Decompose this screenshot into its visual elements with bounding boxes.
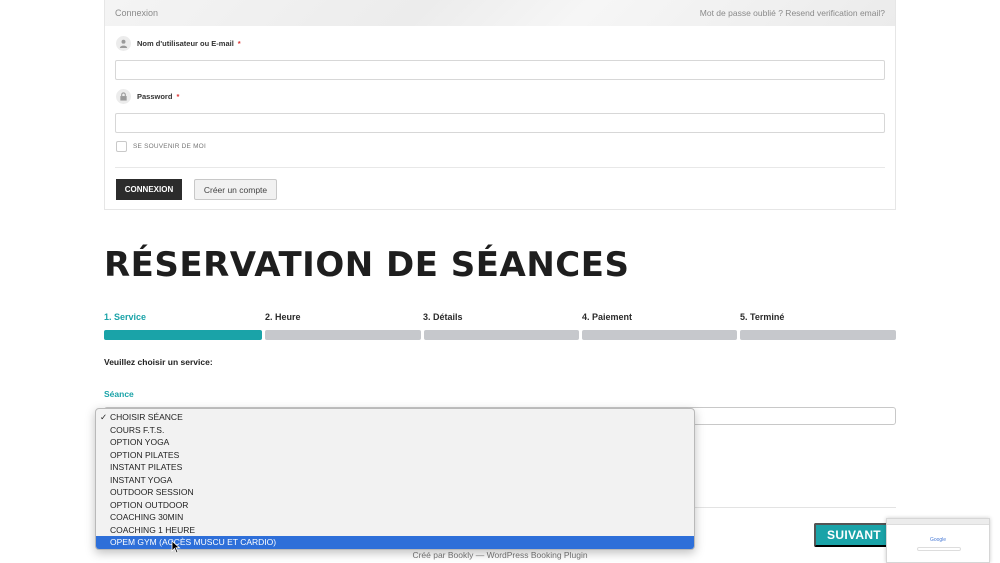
seance-option[interactable]: ✓ CHOISIR SÉANCE [96, 411, 694, 424]
seance-option[interactable]: OUTDOOR SESSION [96, 486, 694, 499]
thumbnail-search-box [917, 547, 961, 551]
user-icon [116, 36, 131, 51]
step-service-label: 1. Service [104, 312, 147, 322]
seance-option[interactable]: OPTION YOGA [96, 436, 694, 449]
remember-me-checkbox[interactable] [116, 141, 127, 152]
password-input[interactable] [115, 113, 885, 133]
divider [115, 167, 885, 168]
thumbnail-text: Google [929, 537, 947, 543]
seance-option[interactable]: OPTION OUTDOOR [96, 499, 694, 512]
mouse-cursor-icon [171, 540, 181, 554]
credit-text: Créé par Bookly — WordPress Booking Plug… [412, 550, 588, 560]
create-account-button[interactable]: Créer un compte [194, 179, 277, 200]
seance-option[interactable]: INSTANT YOGA [96, 474, 694, 487]
username-label-text: Nom d'utilisateur ou E-mail [137, 39, 234, 48]
seance-dropdown-list[interactable]: ✓ CHOISIR SÉANCE COURS F.T.S. OPTION YOGA OP… [95, 408, 695, 550]
login-form: Connexion Mot de passe oublié ? Resend v… [104, 0, 896, 210]
step-done-bar [740, 330, 896, 340]
step-details-label: 3. Détails [423, 312, 463, 322]
seance-option[interactable]: COURS F.T.S. [96, 424, 694, 437]
seance-option-label: INSTANT YOGA [110, 474, 173, 485]
thumbnail-toolbar [887, 519, 989, 525]
login-title: Connexion [115, 8, 159, 18]
seance-option-label: COACHING 30MIN [110, 512, 184, 522]
seance-option-label: OPEM GYM (ACCÈS MUSCU ET CARDIO) [110, 537, 277, 547]
step-payment-label: 4. Paiement [582, 312, 633, 322]
step-done-label: 5. Terminé [740, 312, 785, 322]
password-label-text: Password [137, 92, 173, 101]
seance-option[interactable]: INSTANT PILATES [96, 461, 694, 474]
seance-option-label: COURS F.T.S. [110, 424, 165, 435]
password-label: Password * [116, 89, 179, 104]
seance-option-label: OPTION PILATES [110, 449, 180, 460]
page-title: RÉSERVATION DE SÉANCES [104, 245, 630, 285]
seance-option[interactable]: COACHING 30MIN [96, 511, 694, 524]
step-time-label: 2. Heure [265, 312, 301, 322]
required-marker: * [237, 39, 241, 48]
seance-option-label: CHOISIR SÉANCE [110, 412, 183, 422]
next-button[interactable]: SUIVANT [814, 523, 894, 547]
service-prompt: Veuillez choisir un service: [104, 357, 213, 367]
seance-option[interactable]: COACHING 1 HEURE [96, 524, 694, 537]
seance-option[interactable]: OPTION PILATES [96, 449, 694, 462]
remember-me-label: SE SOUVENIR DE MOI [133, 143, 206, 150]
page: Connexion Mot de passe oublié ? Resend v… [0, 0, 1000, 563]
lock-icon [116, 89, 131, 104]
remember-me[interactable]: SE SOUVENIR DE MOI [116, 141, 206, 152]
login-header: Connexion Mot de passe oublié ? Resend v… [105, 0, 895, 26]
seance-option[interactable]: OPEM GYM (ACCÈS MUSCU ET CARDIO) [96, 536, 694, 549]
seance-option-label: OPTION YOGA [110, 437, 170, 447]
seance-option-label: OPTION OUTDOOR [110, 499, 189, 510]
step-time-bar [265, 330, 421, 340]
required-marker: * [176, 92, 180, 101]
seance-label: Séance [104, 389, 134, 399]
username-label: Nom d'utilisateur ou E-mail * [116, 36, 241, 51]
screenshot-thumbnail[interactable]: Google [886, 518, 990, 563]
step-details-bar [424, 330, 579, 340]
checkmark-icon: ✓ [100, 412, 108, 422]
login-button[interactable]: CONNEXION [116, 179, 182, 200]
username-input[interactable] [115, 60, 885, 80]
step-payment-bar [582, 330, 737, 340]
seance-option-label: OUTDOOR SESSION [110, 487, 194, 497]
seance-option-label: COACHING 1 HEURE [110, 524, 196, 535]
step-service-bar [104, 330, 262, 340]
forgot-password-link[interactable]: Mot de passe oublié ? Resend verificatio… [700, 8, 885, 18]
seance-option-label: INSTANT PILATES [110, 462, 183, 472]
